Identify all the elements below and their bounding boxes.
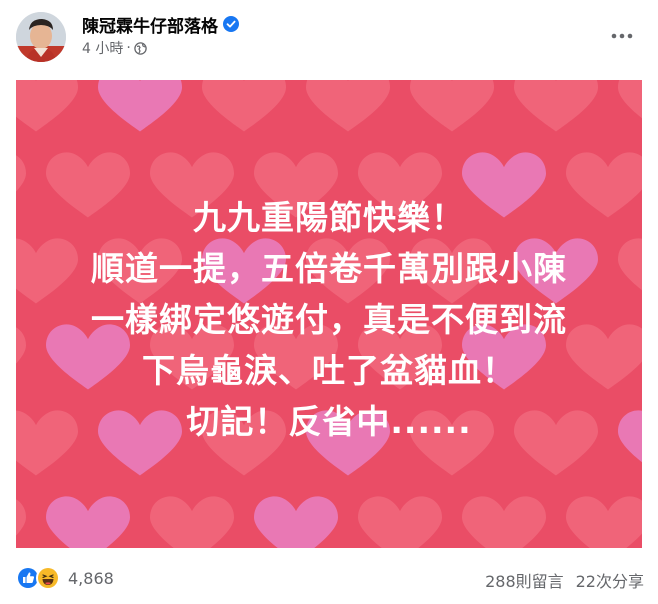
caption-line: 切記！反省中...... [186, 402, 472, 441]
caption-line: 九九重陽節快樂！ [193, 198, 465, 237]
separator-dot: · [126, 40, 131, 56]
post-footer: 4,868 288則留言 22次分享 [0, 556, 658, 600]
post-meta: 4 小時 · [82, 39, 147, 57]
comments-count-link[interactable]: 288則留言 [485, 568, 564, 592]
more-options-icon[interactable] [604, 22, 640, 50]
post-image[interactable]: 九九重陽節快樂！ 順道一提，五倍卷千萬別跟小陳 一樣綁定悠遊付，真是不便到流 下… [16, 80, 642, 548]
haha-reaction-icon [36, 566, 60, 590]
shares-count-link[interactable]: 22次分享 [576, 568, 644, 592]
verified-badge-icon [223, 16, 239, 32]
caption-line: 下烏龜淚、吐了盆貓血！ [142, 351, 516, 390]
reaction-count: 4,868 [68, 568, 114, 588]
globe-icon[interactable] [134, 41, 147, 55]
image-caption: 九九重陽節快樂！ 順道一提，五倍卷千萬別跟小陳 一樣綁定悠遊付，真是不便到流 下… [16, 192, 642, 447]
caption-line: 一樣綁定悠遊付，真是不便到流 [91, 300, 567, 339]
post-timestamp[interactable]: 4 小時 [82, 38, 123, 58]
facebook-post: 陳冠霖牛仔部落格 4 小時 · 九九重陽節快樂！ 順道一提，五倍卷千萬別跟小陳 … [0, 0, 658, 604]
caption-line: 順道一提，五倍卷千萬別跟小陳 [91, 249, 567, 288]
post-header: 陳冠霖牛仔部落格 4 小時 · [0, 0, 658, 80]
author-row: 陳冠霖牛仔部落格 [82, 12, 239, 37]
author-name[interactable]: 陳冠霖牛仔部落格 [82, 12, 218, 37]
reactions-summary[interactable]: 4,868 [16, 566, 114, 590]
engagement-stats: 288則留言 22次分享 [485, 568, 644, 592]
avatar[interactable] [16, 12, 66, 62]
